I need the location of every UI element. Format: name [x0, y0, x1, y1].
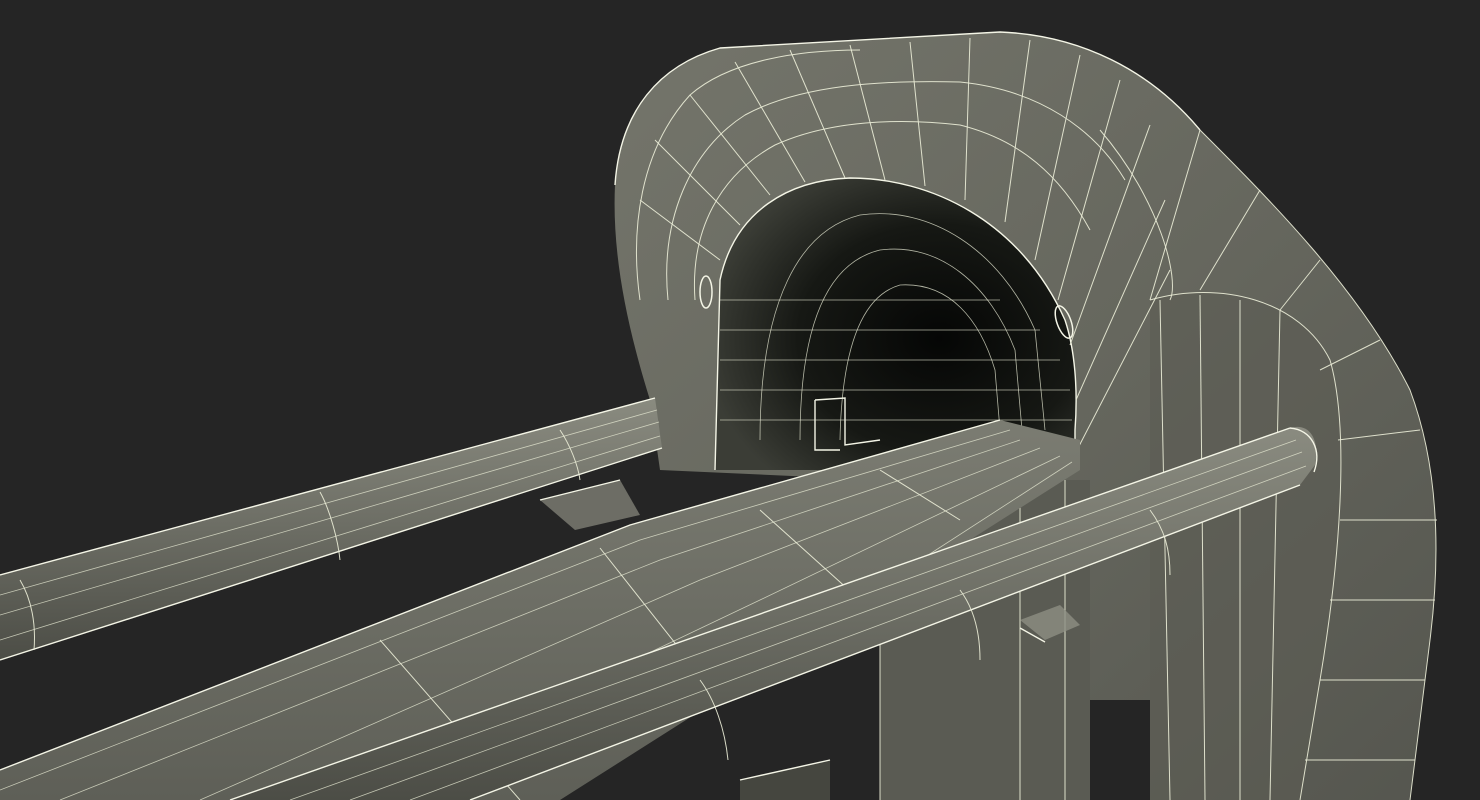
mri-scanner-render [0, 31, 1437, 800]
render-viewport [0, 0, 1480, 800]
